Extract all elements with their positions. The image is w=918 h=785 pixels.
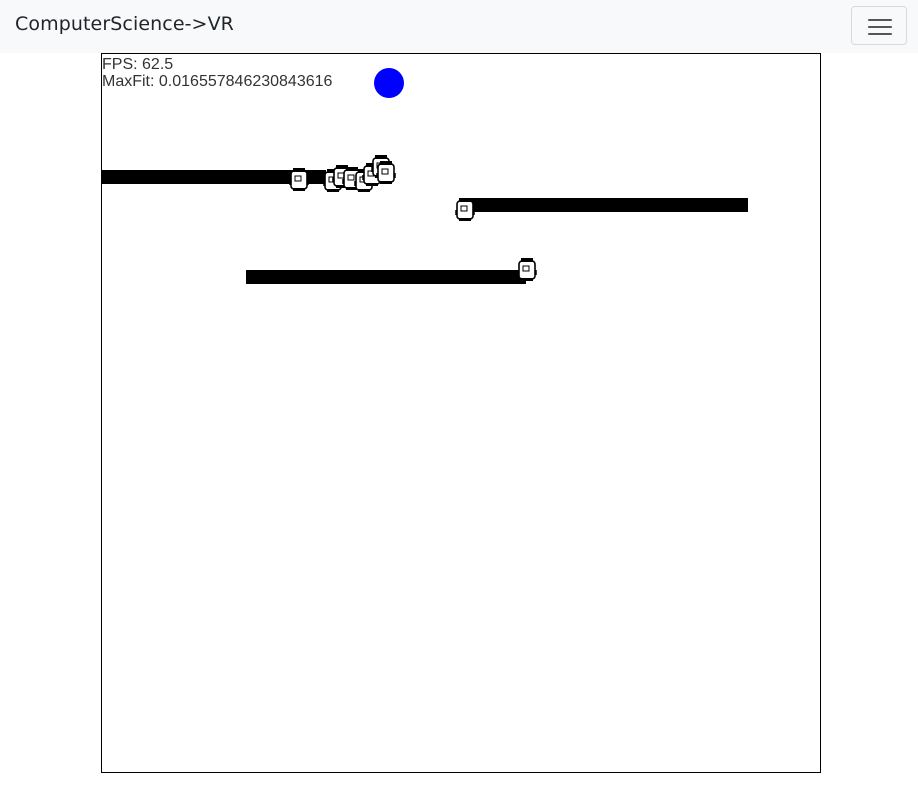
- hamburger-menu-icon: [868, 18, 892, 36]
- robot-agent-icon: [455, 197, 475, 222]
- navbar-toggle-button[interactable]: [851, 6, 907, 45]
- wall-right: [468, 198, 748, 212]
- robot-agent-icon: [376, 160, 396, 185]
- navbar-brand[interactable]: ComputerScience->VR: [15, 13, 234, 35]
- navbar: ComputerScience->VR: [0, 0, 918, 53]
- simulation-scene: [102, 68, 748, 284]
- target-circle: [374, 68, 404, 98]
- wall-middle: [246, 270, 526, 284]
- robot-agent-icon: [289, 167, 309, 192]
- simulation-canvas[interactable]: FPS: 62.5 MaxFit: 0.016557846230843616: [101, 53, 821, 773]
- robot-agent-icon: [517, 257, 537, 282]
